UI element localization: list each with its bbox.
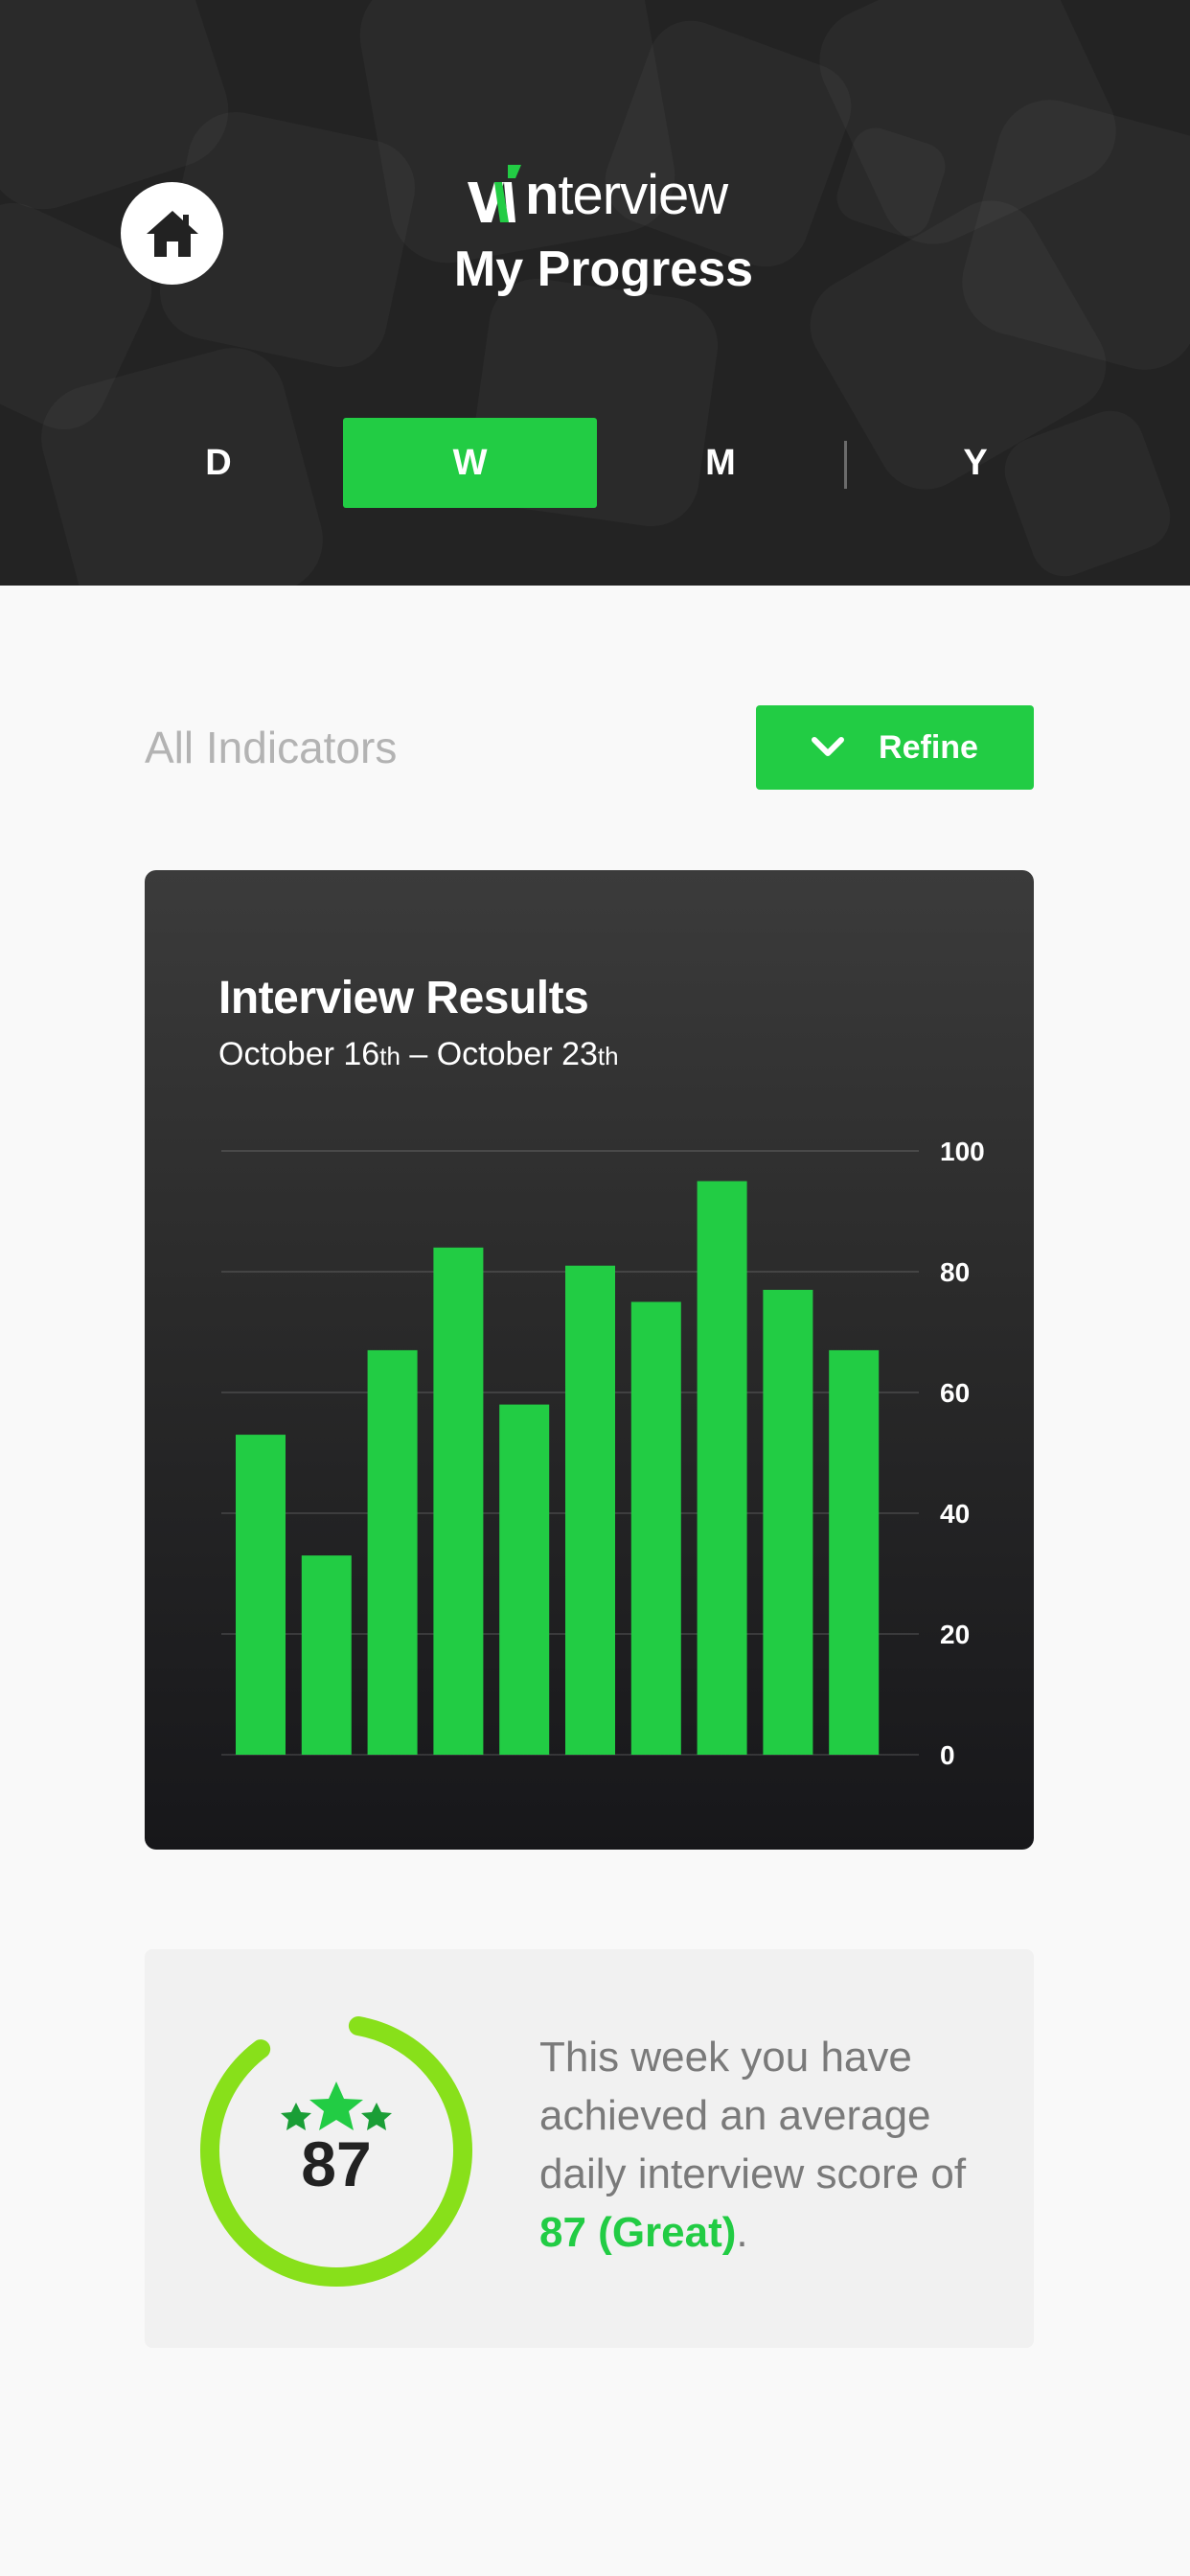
chevron-down-icon bbox=[812, 737, 845, 756]
interview-results-card: 0 20 40 60 80 100 Interview Results October 1… bbox=[145, 870, 1034, 1850]
bar bbox=[565, 1265, 615, 1755]
summary-text: This week you have achieved an average d… bbox=[539, 2028, 999, 2262]
period-tabs: D W M Y bbox=[0, 418, 1190, 508]
bar bbox=[367, 1349, 418, 1755]
y-tick-label: 100 bbox=[940, 1137, 985, 1166]
brand-logo: nterview bbox=[466, 155, 728, 226]
bar bbox=[763, 1289, 813, 1755]
y-tick-label: 0 bbox=[940, 1740, 955, 1770]
brand-wordmark: nterview bbox=[525, 164, 728, 226]
summary-text-end: . bbox=[736, 2209, 748, 2256]
filter-row: All Indicators Refine bbox=[145, 705, 1034, 790]
refine-button-label: Refine bbox=[879, 728, 978, 766]
bar bbox=[697, 1181, 747, 1755]
date-start: October 16 bbox=[218, 1036, 380, 1072]
bar bbox=[499, 1404, 550, 1755]
bar bbox=[301, 1555, 352, 1755]
average-score-value: 87 bbox=[301, 2128, 372, 2199]
chart-date-range: October 16th – October 23th bbox=[218, 1033, 619, 1077]
y-tick-label: 60 bbox=[940, 1378, 970, 1408]
bar bbox=[433, 1247, 484, 1755]
brand-wordmark-rest: terview bbox=[558, 164, 728, 226]
winterview-w-logo-icon bbox=[468, 165, 521, 222]
bar bbox=[630, 1301, 681, 1755]
tab-day[interactable]: D bbox=[146, 418, 291, 508]
summary-score-highlight: 87 (Great) bbox=[539, 2209, 737, 2256]
y-tick-label: 20 bbox=[940, 1620, 970, 1649]
y-tick-label: 80 bbox=[940, 1257, 970, 1287]
chart-title: Interview Results bbox=[218, 973, 589, 1024]
weekly-summary-card: 87 This week you have achieved an averag… bbox=[145, 1949, 1034, 2348]
tab-week[interactable]: W bbox=[343, 418, 597, 508]
date-start-suffix: th bbox=[379, 1042, 400, 1070]
bar bbox=[829, 1349, 880, 1755]
date-end: – October 23 bbox=[400, 1036, 598, 1072]
refine-button[interactable]: Refine bbox=[756, 705, 1034, 790]
header: nterview My Progress D W M Y bbox=[0, 0, 1190, 586]
bar bbox=[236, 1435, 286, 1755]
tab-month[interactable]: M bbox=[648, 418, 793, 508]
tab-separator bbox=[844, 441, 847, 489]
date-end-suffix: th bbox=[597, 1042, 619, 1070]
page-title: My Progress bbox=[453, 242, 754, 297]
three-stars-icon bbox=[281, 2082, 392, 2130]
indicator-filter-label: All Indicators bbox=[145, 723, 398, 772]
tab-year[interactable]: Y bbox=[903, 418, 1048, 508]
brand-bold-letter: n bbox=[525, 164, 559, 226]
summary-text-body: This week you have achieved an average d… bbox=[539, 2034, 967, 2197]
y-tick-label: 40 bbox=[940, 1499, 970, 1529]
